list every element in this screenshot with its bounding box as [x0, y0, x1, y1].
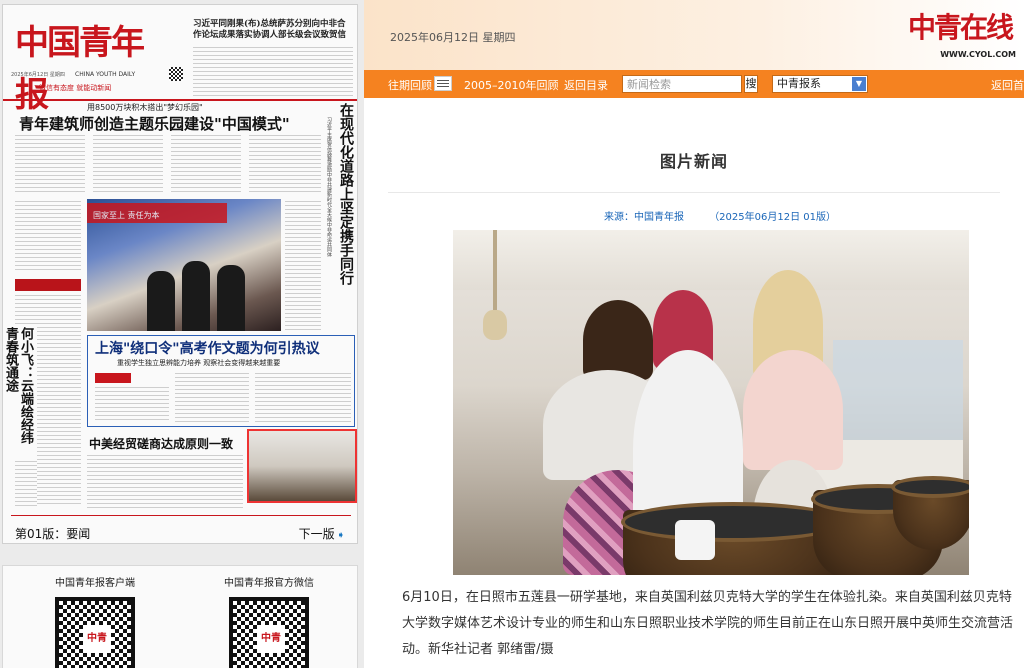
title-divider	[388, 192, 1000, 193]
newspaper-masthead: 中国青年报	[15, 23, 145, 115]
wechat-qr-code-icon: 中青	[229, 597, 309, 668]
next-page-link[interactable]: 下一版 ➧	[299, 525, 345, 542]
newspaper-headline-2-sub: 重视学生独立思辨能力培养 观察社会变得越来越重要	[117, 359, 281, 367]
qr-logo: 中青	[83, 625, 111, 653]
newspaper-headline-1[interactable]: 青年建筑师创造主题乐园建设"中国模式"	[19, 113, 290, 134]
client-app-box: 中国青年报客户端 中青	[25, 574, 165, 668]
nav-archive-2005-2010[interactable]: 2005–2010年回顾	[464, 77, 559, 93]
news-photo-tie-dye[interactable]	[453, 230, 969, 575]
newspaper-column-badge	[15, 279, 81, 291]
photo-person	[182, 261, 210, 331]
newspaper-text-block	[93, 135, 163, 195]
newspaper-vertical-subhead: 习近平主席贺信鼓舞激励中非共建新时代全天候中非命运共同体	[326, 117, 332, 257]
newspaper-masthead-sub: 微信有态度 就能动新闻	[39, 84, 112, 92]
current-date: 2025年06月12日 星期四	[390, 31, 516, 44]
left-column: 中国青年报 CHINA YOUTH DAILY 2025年6月12日 星期四 微…	[0, 0, 362, 668]
newspaper-text-block	[15, 461, 37, 507]
newspaper-text-block	[15, 135, 85, 195]
photo-caption: 6月10日，在日照市五莲县一研学基地，来自英国利兹贝克特大学的学生在体验扎染。来…	[402, 590, 1014, 657]
newspaper-text-block	[15, 295, 81, 325]
newspaper-text-block	[37, 327, 81, 507]
photo-cloth	[675, 520, 715, 560]
article-column: 2025年06月12日 星期四 中青在线 WWW.CYOL.COM 往期回顾 2…	[364, 0, 1024, 668]
newspaper-headline-3[interactable]: 中美经贸磋商达成原则一致	[89, 435, 233, 452]
newspaper-left-vertical-headline[interactable]: 何小飞：云端绘经纬 青春筑通途	[3, 327, 33, 457]
newspaper-text-block	[87, 455, 243, 511]
newspaper-text-block	[171, 135, 241, 195]
newspaper-text-block	[95, 387, 169, 423]
newspaper-photo-graduates[interactable]: 国家至上 责任为本	[87, 199, 281, 331]
newspaper-page-footer: 第01版：要闻 下一版 ➧	[11, 523, 351, 541]
article-source-line: 来源：中国青年报 （2025年06月12日 01版）	[604, 208, 858, 223]
site-logo-url: WWW.CYOL.COM	[940, 50, 1016, 59]
app-download-panel: 中国青年报客户端 中青 中国青年报官方微信 中青	[2, 565, 358, 668]
newspaper-vertical-headline[interactable]: 在现代化道路上坚定携手同行	[334, 103, 354, 285]
newspaper-masthead-en: CHINA YOUTH DAILY	[75, 71, 136, 78]
photo-lamp	[483, 310, 507, 340]
newspaper-text-block	[249, 135, 321, 195]
search-button[interactable]: 搜	[744, 75, 758, 93]
photo-person	[147, 271, 175, 331]
newspaper-footer-divider	[11, 515, 351, 516]
nav-bar: 往期回顾 2005–2010年回顾 返回目录 搜 中青报系 ▼ 返回首	[364, 70, 1024, 98]
news-search-input[interactable]	[622, 75, 742, 93]
section-title: 图片新闻	[659, 152, 728, 171]
nav-past-issues[interactable]: 往期回顾	[388, 77, 432, 93]
photo-banner-text: 国家至上 责任为本	[93, 211, 160, 220]
next-page-label: 下一版	[298, 527, 335, 541]
paper-select[interactable]: 中青报系 ▼	[772, 75, 868, 93]
photo-person-hair	[583, 300, 653, 380]
photo-window	[833, 340, 963, 440]
photo-lamp-cord	[493, 230, 497, 320]
newspaper-kicker: 用8500万块积木搭出"梦幻乐园"	[87, 103, 203, 112]
nav-back-home[interactable]: 返回首	[991, 77, 1024, 93]
article-source: 来源：中国青年报	[604, 212, 684, 223]
newspaper-text-block	[193, 47, 353, 97]
client-app-title: 中国青年报客户端	[55, 578, 135, 589]
nav-back-to-directory[interactable]: 返回目录	[564, 77, 608, 93]
site-logo[interactable]: 中青在线	[908, 6, 1014, 46]
top-banner: 2025年06月12日 星期四 中青在线 WWW.CYOL.COM	[364, 0, 1024, 70]
newspaper-top-headline[interactable]: 习近平同刚果(布)总统萨苏分别向中非合作论坛成果落实协调人部长级会议致贺信	[193, 19, 353, 41]
newspaper-edition-date: 2025年6月12日 星期四	[11, 72, 65, 78]
photo-person-shirt-3	[743, 350, 843, 470]
article-date-edition: （2025年06月12日 01版）	[709, 212, 836, 223]
qr-logo: 中青	[257, 625, 285, 653]
photo-banner: 国家至上 责任为本	[87, 203, 227, 223]
calendar-icon[interactable]	[434, 76, 452, 91]
current-page-link[interactable]: 第01版：要闻	[15, 525, 90, 542]
newspaper-page-thumbnail[interactable]: 中国青年报 CHINA YOUTH DAILY 2025年6月12日 星期四 微…	[2, 4, 358, 544]
wechat-app-box: 中国青年报官方微信 中青	[199, 574, 339, 668]
client-qr-code-icon: 中青	[55, 597, 135, 668]
newspaper-text-block	[15, 201, 81, 271]
photo-person	[217, 265, 245, 331]
photo-dye-vat-rim	[621, 502, 845, 542]
newspaper-divider	[3, 99, 357, 101]
newspaper-small-qr-icon	[169, 67, 183, 81]
wechat-app-title: 中国青年报官方微信	[224, 578, 314, 589]
newspaper-text-block	[175, 373, 249, 423]
photo-ceiling	[453, 230, 969, 290]
next-arrow-icon: ➧	[336, 530, 345, 541]
photo-dye-vat-rim	[891, 476, 969, 498]
newspaper-text-block	[285, 201, 321, 331]
newspaper-feature-logo	[95, 373, 131, 383]
newspaper-headline-2[interactable]: 上海"绕口令"高考作文题为何引热议	[95, 338, 320, 358]
newspaper-photo-tie-dye-highlight[interactable]	[247, 429, 357, 503]
paper-select-value: 中青报系	[777, 77, 821, 90]
newspaper-text-block	[255, 373, 351, 423]
chevron-down-icon: ▼	[852, 77, 866, 91]
